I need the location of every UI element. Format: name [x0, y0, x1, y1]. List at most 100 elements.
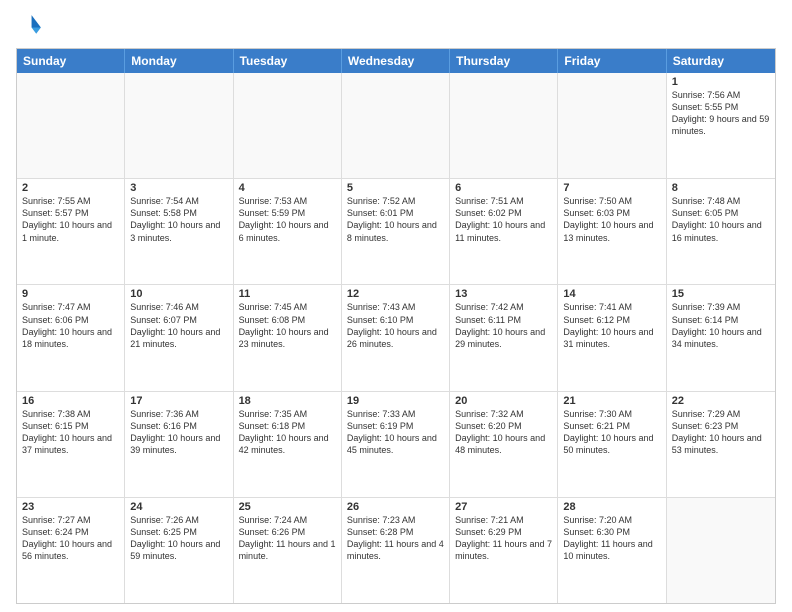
day-info: Sunrise: 7:32 AM Sunset: 6:20 PM Dayligh…	[455, 408, 552, 457]
day-number: 4	[239, 182, 336, 194]
day-info: Sunrise: 7:53 AM Sunset: 5:59 PM Dayligh…	[239, 195, 336, 244]
day-info: Sunrise: 7:56 AM Sunset: 5:55 PM Dayligh…	[672, 89, 770, 138]
day-number: 9	[22, 288, 119, 300]
calendar-cell: 2Sunrise: 7:55 AM Sunset: 5:57 PM Daylig…	[17, 179, 125, 284]
day-info: Sunrise: 7:20 AM Sunset: 6:30 PM Dayligh…	[563, 514, 660, 563]
calendar-cell: 21Sunrise: 7:30 AM Sunset: 6:21 PM Dayli…	[558, 392, 666, 497]
logo-icon	[16, 12, 44, 40]
calendar-row-3: 9Sunrise: 7:47 AM Sunset: 6:06 PM Daylig…	[17, 285, 775, 391]
day-info: Sunrise: 7:29 AM Sunset: 6:23 PM Dayligh…	[672, 408, 770, 457]
calendar-cell: 23Sunrise: 7:27 AM Sunset: 6:24 PM Dayli…	[17, 498, 125, 603]
calendar-cell: 8Sunrise: 7:48 AM Sunset: 6:05 PM Daylig…	[667, 179, 775, 284]
calendar-cell: 3Sunrise: 7:54 AM Sunset: 5:58 PM Daylig…	[125, 179, 233, 284]
day-info: Sunrise: 7:23 AM Sunset: 6:28 PM Dayligh…	[347, 514, 444, 563]
day-info: Sunrise: 7:33 AM Sunset: 6:19 PM Dayligh…	[347, 408, 444, 457]
calendar-cell: 24Sunrise: 7:26 AM Sunset: 6:25 PM Dayli…	[125, 498, 233, 603]
day-number: 12	[347, 288, 444, 300]
day-number: 11	[239, 288, 336, 300]
calendar-cell: 14Sunrise: 7:41 AM Sunset: 6:12 PM Dayli…	[558, 285, 666, 390]
calendar-cell: 12Sunrise: 7:43 AM Sunset: 6:10 PM Dayli…	[342, 285, 450, 390]
day-number: 5	[347, 182, 444, 194]
day-info: Sunrise: 7:46 AM Sunset: 6:07 PM Dayligh…	[130, 301, 227, 350]
calendar-cell: 20Sunrise: 7:32 AM Sunset: 6:20 PM Dayli…	[450, 392, 558, 497]
day-number: 1	[672, 76, 770, 88]
day-info: Sunrise: 7:43 AM Sunset: 6:10 PM Dayligh…	[347, 301, 444, 350]
calendar-cell: 11Sunrise: 7:45 AM Sunset: 6:08 PM Dayli…	[234, 285, 342, 390]
day-number: 7	[563, 182, 660, 194]
day-number: 17	[130, 395, 227, 407]
day-info: Sunrise: 7:47 AM Sunset: 6:06 PM Dayligh…	[22, 301, 119, 350]
day-info: Sunrise: 7:42 AM Sunset: 6:11 PM Dayligh…	[455, 301, 552, 350]
calendar-cell: 4Sunrise: 7:53 AM Sunset: 5:59 PM Daylig…	[234, 179, 342, 284]
calendar-cell: 1Sunrise: 7:56 AM Sunset: 5:55 PM Daylig…	[667, 73, 775, 178]
calendar-cell: 27Sunrise: 7:21 AM Sunset: 6:29 PM Dayli…	[450, 498, 558, 603]
page-container: SundayMondayTuesdayWednesdayThursdayFrid…	[0, 0, 792, 612]
day-number: 16	[22, 395, 119, 407]
day-number: 3	[130, 182, 227, 194]
day-number: 18	[239, 395, 336, 407]
day-info: Sunrise: 7:35 AM Sunset: 6:18 PM Dayligh…	[239, 408, 336, 457]
calendar-cell: 18Sunrise: 7:35 AM Sunset: 6:18 PM Dayli…	[234, 392, 342, 497]
calendar-cell: 16Sunrise: 7:38 AM Sunset: 6:15 PM Dayli…	[17, 392, 125, 497]
calendar-row-2: 2Sunrise: 7:55 AM Sunset: 5:57 PM Daylig…	[17, 179, 775, 285]
day-info: Sunrise: 7:26 AM Sunset: 6:25 PM Dayligh…	[130, 514, 227, 563]
calendar-row-5: 23Sunrise: 7:27 AM Sunset: 6:24 PM Dayli…	[17, 498, 775, 603]
day-info: Sunrise: 7:41 AM Sunset: 6:12 PM Dayligh…	[563, 301, 660, 350]
calendar-body: 1Sunrise: 7:56 AM Sunset: 5:55 PM Daylig…	[17, 73, 775, 603]
day-number: 20	[455, 395, 552, 407]
day-info: Sunrise: 7:55 AM Sunset: 5:57 PM Dayligh…	[22, 195, 119, 244]
calendar-cell	[234, 73, 342, 178]
calendar-cell: 10Sunrise: 7:46 AM Sunset: 6:07 PM Dayli…	[125, 285, 233, 390]
calendar: SundayMondayTuesdayWednesdayThursdayFrid…	[16, 48, 776, 604]
day-number: 14	[563, 288, 660, 300]
day-number: 8	[672, 182, 770, 194]
calendar-cell	[125, 73, 233, 178]
calendar-cell	[667, 498, 775, 603]
calendar-cell: 22Sunrise: 7:29 AM Sunset: 6:23 PM Dayli…	[667, 392, 775, 497]
calendar-cell: 25Sunrise: 7:24 AM Sunset: 6:26 PM Dayli…	[234, 498, 342, 603]
calendar-cell: 28Sunrise: 7:20 AM Sunset: 6:30 PM Dayli…	[558, 498, 666, 603]
day-number: 15	[672, 288, 770, 300]
col-header-sunday: Sunday	[17, 49, 125, 73]
day-number: 23	[22, 501, 119, 513]
day-number: 19	[347, 395, 444, 407]
day-number: 21	[563, 395, 660, 407]
day-info: Sunrise: 7:39 AM Sunset: 6:14 PM Dayligh…	[672, 301, 770, 350]
col-header-monday: Monday	[125, 49, 233, 73]
calendar-header-row: SundayMondayTuesdayWednesdayThursdayFrid…	[17, 49, 775, 73]
day-number: 25	[239, 501, 336, 513]
day-number: 13	[455, 288, 552, 300]
col-header-friday: Friday	[558, 49, 666, 73]
day-number: 24	[130, 501, 227, 513]
calendar-cell	[342, 73, 450, 178]
calendar-cell: 15Sunrise: 7:39 AM Sunset: 6:14 PM Dayli…	[667, 285, 775, 390]
calendar-cell: 9Sunrise: 7:47 AM Sunset: 6:06 PM Daylig…	[17, 285, 125, 390]
day-info: Sunrise: 7:51 AM Sunset: 6:02 PM Dayligh…	[455, 195, 552, 244]
calendar-row-1: 1Sunrise: 7:56 AM Sunset: 5:55 PM Daylig…	[17, 73, 775, 179]
day-info: Sunrise: 7:48 AM Sunset: 6:05 PM Dayligh…	[672, 195, 770, 244]
day-info: Sunrise: 7:30 AM Sunset: 6:21 PM Dayligh…	[563, 408, 660, 457]
calendar-cell: 7Sunrise: 7:50 AM Sunset: 6:03 PM Daylig…	[558, 179, 666, 284]
calendar-cell	[17, 73, 125, 178]
logo	[16, 12, 48, 40]
day-info: Sunrise: 7:54 AM Sunset: 5:58 PM Dayligh…	[130, 195, 227, 244]
calendar-cell: 5Sunrise: 7:52 AM Sunset: 6:01 PM Daylig…	[342, 179, 450, 284]
calendar-cell: 26Sunrise: 7:23 AM Sunset: 6:28 PM Dayli…	[342, 498, 450, 603]
day-info: Sunrise: 7:24 AM Sunset: 6:26 PM Dayligh…	[239, 514, 336, 563]
day-number: 2	[22, 182, 119, 194]
calendar-cell	[558, 73, 666, 178]
day-info: Sunrise: 7:38 AM Sunset: 6:15 PM Dayligh…	[22, 408, 119, 457]
col-header-wednesday: Wednesday	[342, 49, 450, 73]
day-info: Sunrise: 7:21 AM Sunset: 6:29 PM Dayligh…	[455, 514, 552, 563]
col-header-saturday: Saturday	[667, 49, 775, 73]
calendar-cell: 13Sunrise: 7:42 AM Sunset: 6:11 PM Dayli…	[450, 285, 558, 390]
day-number: 27	[455, 501, 552, 513]
calendar-cell: 17Sunrise: 7:36 AM Sunset: 6:16 PM Dayli…	[125, 392, 233, 497]
calendar-cell	[450, 73, 558, 178]
day-number: 6	[455, 182, 552, 194]
page-header	[16, 12, 776, 40]
col-header-tuesday: Tuesday	[234, 49, 342, 73]
col-header-thursday: Thursday	[450, 49, 558, 73]
calendar-cell: 6Sunrise: 7:51 AM Sunset: 6:02 PM Daylig…	[450, 179, 558, 284]
day-info: Sunrise: 7:52 AM Sunset: 6:01 PM Dayligh…	[347, 195, 444, 244]
